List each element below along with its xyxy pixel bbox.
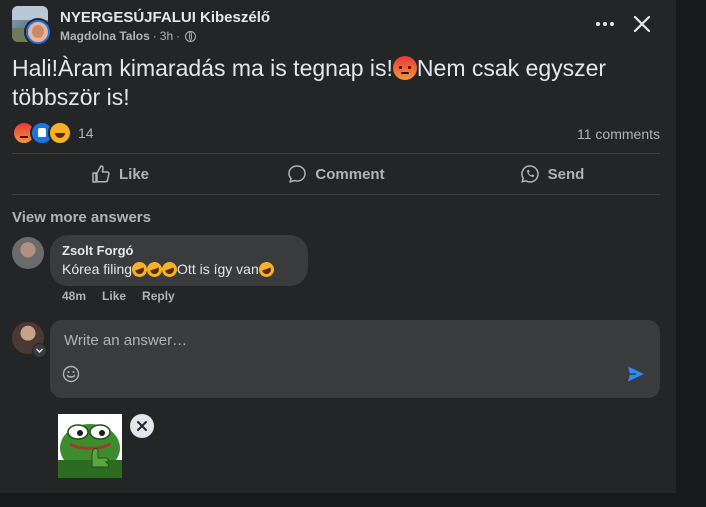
comment-label: Comment	[315, 165, 385, 183]
send-button[interactable]: Send	[444, 155, 660, 193]
comment-author[interactable]: Zsolt Forgó	[62, 243, 296, 258]
divider	[12, 194, 660, 195]
send-answer-button[interactable]	[626, 365, 646, 383]
post-meta: Magdolna Talos · 3h ·	[60, 29, 197, 43]
more-options-button[interactable]	[590, 10, 620, 38]
answer-input[interactable]	[62, 328, 626, 352]
whatsapp-icon	[520, 165, 539, 183]
chevron-down-icon	[36, 348, 43, 353]
send-label: Send	[547, 165, 585, 183]
meta-separator: ·	[152, 29, 157, 43]
comment-bubble: Zsolt Forgó Kórea filing Ott is így van	[50, 235, 308, 286]
attached-image	[58, 414, 122, 478]
frog-sticker-image	[58, 414, 122, 478]
like-button[interactable]: Like	[12, 155, 228, 193]
answer-composer	[50, 320, 660, 398]
post-card: NYERGESÚJFALUI Kibeszélő Magdolna Talos …	[0, 0, 676, 493]
post-actions: Like Comment Send	[12, 155, 660, 193]
smiley-icon	[62, 365, 80, 383]
view-more-answers-link[interactable]: View more answers	[12, 209, 151, 226]
thumbs-up-icon	[92, 165, 110, 183]
send-arrow-icon	[628, 366, 644, 382]
post-text: Hali!Àram kimaradás ma is tegnap is! Nem …	[12, 54, 652, 112]
close-icon	[633, 15, 651, 33]
dot-icon	[603, 22, 607, 26]
globe-icon	[185, 30, 197, 42]
divider	[12, 153, 660, 154]
reaction-count: 14	[78, 125, 94, 141]
rofl-emoji-icon	[256, 259, 276, 280]
reactions-summary[interactable]: 14	[12, 121, 94, 145]
comment-icon	[288, 165, 307, 183]
like-label: Like	[118, 165, 149, 183]
comment-text: Kórea filing Ott is így van	[62, 259, 296, 280]
dot-icon	[610, 22, 614, 26]
commenter-avatar[interactable]	[12, 237, 44, 269]
angry-emoji-icon	[392, 56, 417, 80]
group-name[interactable]: NYERGESÚJFALUI Kibeszélő	[60, 9, 270, 26]
comment-meta: 48m Like Reply	[62, 289, 175, 303]
remove-attachment-button[interactable]	[130, 414, 154, 438]
close-icon	[137, 421, 147, 431]
dot-icon	[596, 22, 600, 26]
comment-time[interactable]: 48m	[62, 289, 86, 303]
emoji-button[interactable]	[62, 365, 80, 383]
meta-separator-2: ·	[176, 29, 181, 43]
close-button[interactable]	[628, 10, 656, 38]
post-text-part1: Hali!Àram kimaradás ma is tegnap is!	[12, 55, 393, 81]
comment-reply-button[interactable]: Reply	[142, 289, 175, 303]
comment-text-a: Kórea filing	[62, 261, 133, 277]
profile-switch-button[interactable]	[32, 343, 47, 358]
comments-count[interactable]: 11 comments	[577, 126, 660, 142]
haha-icon	[48, 121, 72, 145]
comment-button[interactable]: Comment	[228, 155, 444, 193]
author-name[interactable]: Magdolna Talos	[60, 29, 150, 43]
author-avatar[interactable]	[24, 18, 52, 46]
comment-like-button[interactable]: Like	[102, 289, 126, 303]
post-time[interactable]: 3h	[160, 29, 173, 43]
comment-text-b: Ott is így van	[177, 261, 259, 277]
